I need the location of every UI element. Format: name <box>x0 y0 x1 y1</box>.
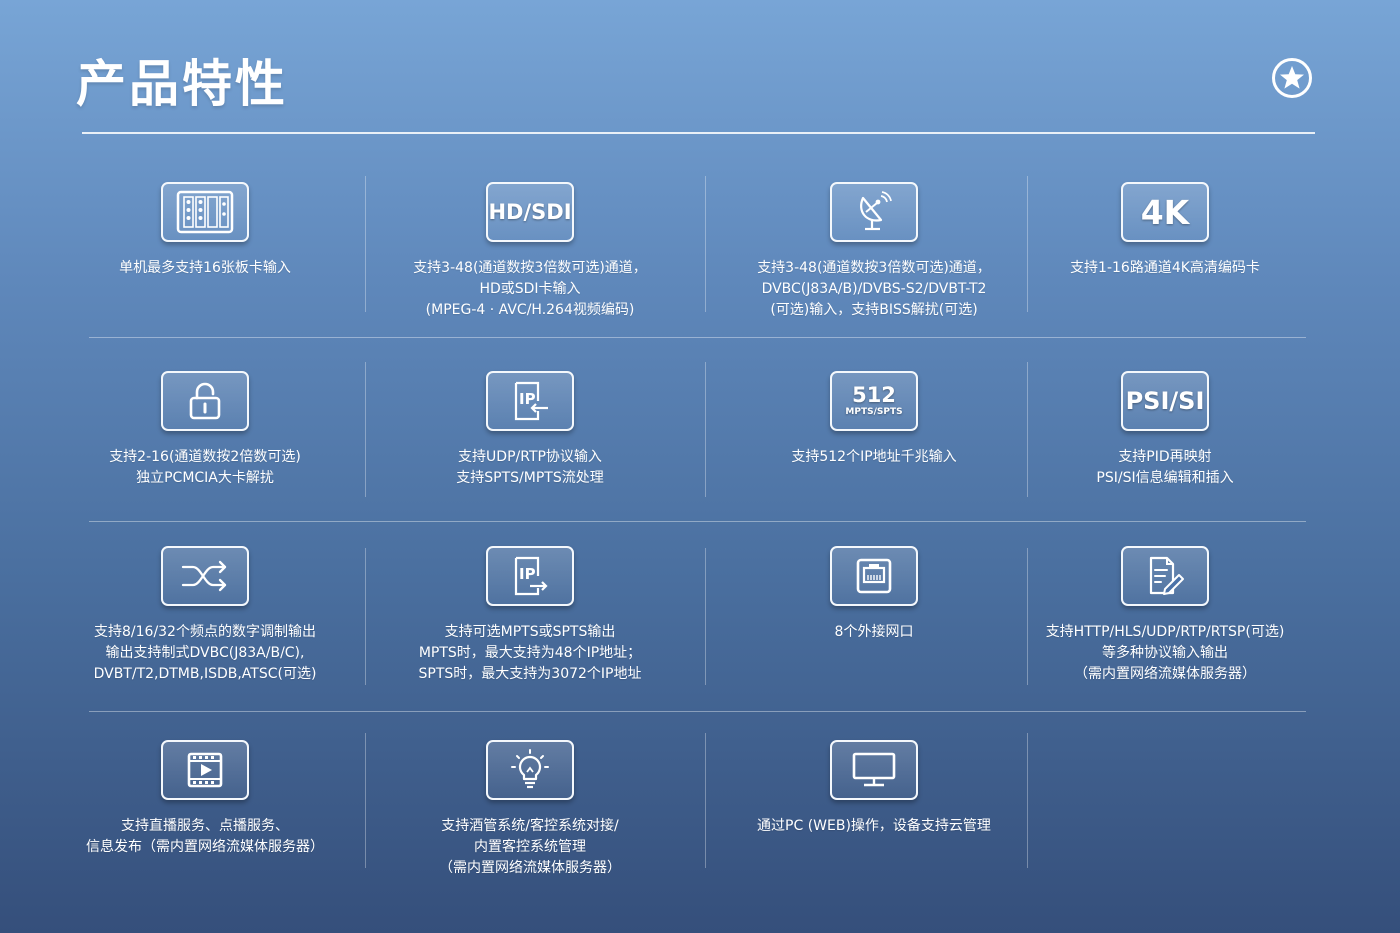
feature-text: 支持8/16/32个频点的数字调制输出 输出支持制式DVBC(J83A/B/C)… <box>93 624 317 682</box>
column-divider <box>705 176 706 312</box>
shuffle-icon <box>161 546 249 606</box>
feature-text: 支持512个IP地址千兆输入 <box>791 449 957 465</box>
lightbulb-icon <box>486 740 574 800</box>
column-divider <box>705 733 706 868</box>
svg-text:IP: IP <box>519 390 536 408</box>
board-card-icon <box>161 182 249 242</box>
ip-input-icon: IP <box>486 371 574 431</box>
feature-text: 支持PID再映射 PSI/SI信息编辑和插入 <box>1096 449 1234 486</box>
feature-text: 支持1-16路通道4K高清编码卡 <box>1070 260 1260 276</box>
column-divider <box>705 548 706 685</box>
monitor-icon <box>830 740 918 800</box>
document-edit-icon <box>1121 546 1209 606</box>
psi-si-icon: PSI/SI <box>1121 371 1209 431</box>
svg-text:IP: IP <box>519 565 536 583</box>
hd-sdi-icon: HD/SDI <box>486 182 574 242</box>
satellite-dish-icon <box>830 182 918 242</box>
4k-icon: 4K <box>1121 182 1209 242</box>
header-divider <box>82 132 1315 134</box>
ethernet-port-icon <box>830 546 918 606</box>
feature-text: 支持直播服务、点播服务、 信息发布（需内置网络流媒体服务器） <box>86 818 324 855</box>
feature-text: 支持3-48(通道数按3倍数可选)通道， HD或SDI卡输入 (MPEG-4 ·… <box>413 260 647 318</box>
row-divider <box>89 337 1306 338</box>
feature-text: 单机最多支持16张板卡输入 <box>119 260 291 276</box>
unlock-icon <box>161 371 249 431</box>
512-mpts-icon: 512 MPTS/SPTS <box>830 371 918 431</box>
column-divider <box>1027 733 1028 868</box>
ip-output-icon: IP <box>486 546 574 606</box>
page-title: 产品特性 <box>76 55 288 113</box>
feature-text: 支持2-16(通道数按2倍数可选) 独立PCMCIA大卡解扰 <box>109 449 301 486</box>
feature-text: 支持UDP/RTP协议输入 支持SPTS/MPTS流处理 <box>456 449 604 486</box>
feature-text: 支持HTTP/HLS/UDP/RTP/RTSP(可选) 等多种协议输入输出 （需… <box>1045 624 1285 682</box>
video-play-icon <box>161 740 249 800</box>
feature-text: 8个外接网口 <box>834 624 914 640</box>
feature-text: 支持可选MPTS或SPTS输出 MPTS时，最大支持为48个IP地址； SPTS… <box>418 624 642 682</box>
feature-text: 支持3-48(通道数按3倍数可选)通道， DVBC(J83A/B)/DVBS-S… <box>757 260 991 318</box>
feature-text: 通过PC (WEB)操作，设备支持云管理 <box>757 818 991 834</box>
row-divider <box>89 521 1306 522</box>
feature-text: 支持酒管系统/客控系统对接/ 内置客控系统管理 （需内置网络流媒体服务器） <box>439 818 621 876</box>
column-divider <box>1027 362 1028 497</box>
row-divider <box>89 711 1306 712</box>
star-badge-icon <box>1272 58 1312 98</box>
column-divider <box>705 362 706 497</box>
column-divider <box>365 176 366 312</box>
